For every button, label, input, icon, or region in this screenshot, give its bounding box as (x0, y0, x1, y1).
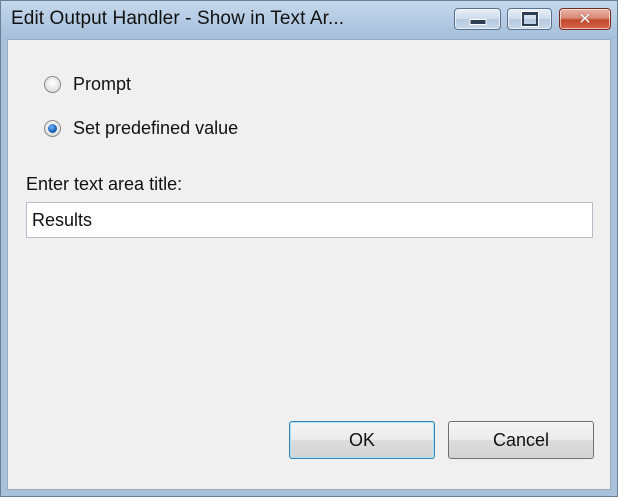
window-title: Edit Output Handler - Show in Text Ar... (11, 8, 345, 29)
prompt-option[interactable]: Prompt (44, 74, 131, 95)
prompt-option-label: Prompt (73, 74, 132, 94)
predefined-value-option-label: Set predefined value (73, 118, 239, 138)
text-area-title-input[interactable] (26, 202, 593, 238)
text-area-title-label: Enter text area title: (26, 174, 183, 194)
cancel-button[interactable]: Cancel (448, 421, 594, 459)
minimize-icon (469, 19, 486, 25)
maximize-button[interactable] (507, 8, 552, 30)
close-icon: ✕ (578, 9, 592, 28)
ok-button[interactable]: OK (289, 421, 435, 459)
dialog-window: Edit Output Handler - Show in Text Ar...… (0, 0, 618, 497)
minimize-button[interactable] (454, 8, 501, 30)
close-button[interactable]: ✕ (559, 8, 611, 30)
predefined-value-option[interactable]: Set predefined value (44, 118, 238, 139)
prompt-radio[interactable] (44, 76, 61, 93)
predefined-value-radio[interactable] (44, 120, 61, 137)
title-bar[interactable]: Edit Output Handler - Show in Text Ar...… (1, 1, 617, 39)
dialog-body: Prompt Set predefined value Enter text a… (7, 39, 611, 490)
maximize-icon (521, 12, 538, 26)
